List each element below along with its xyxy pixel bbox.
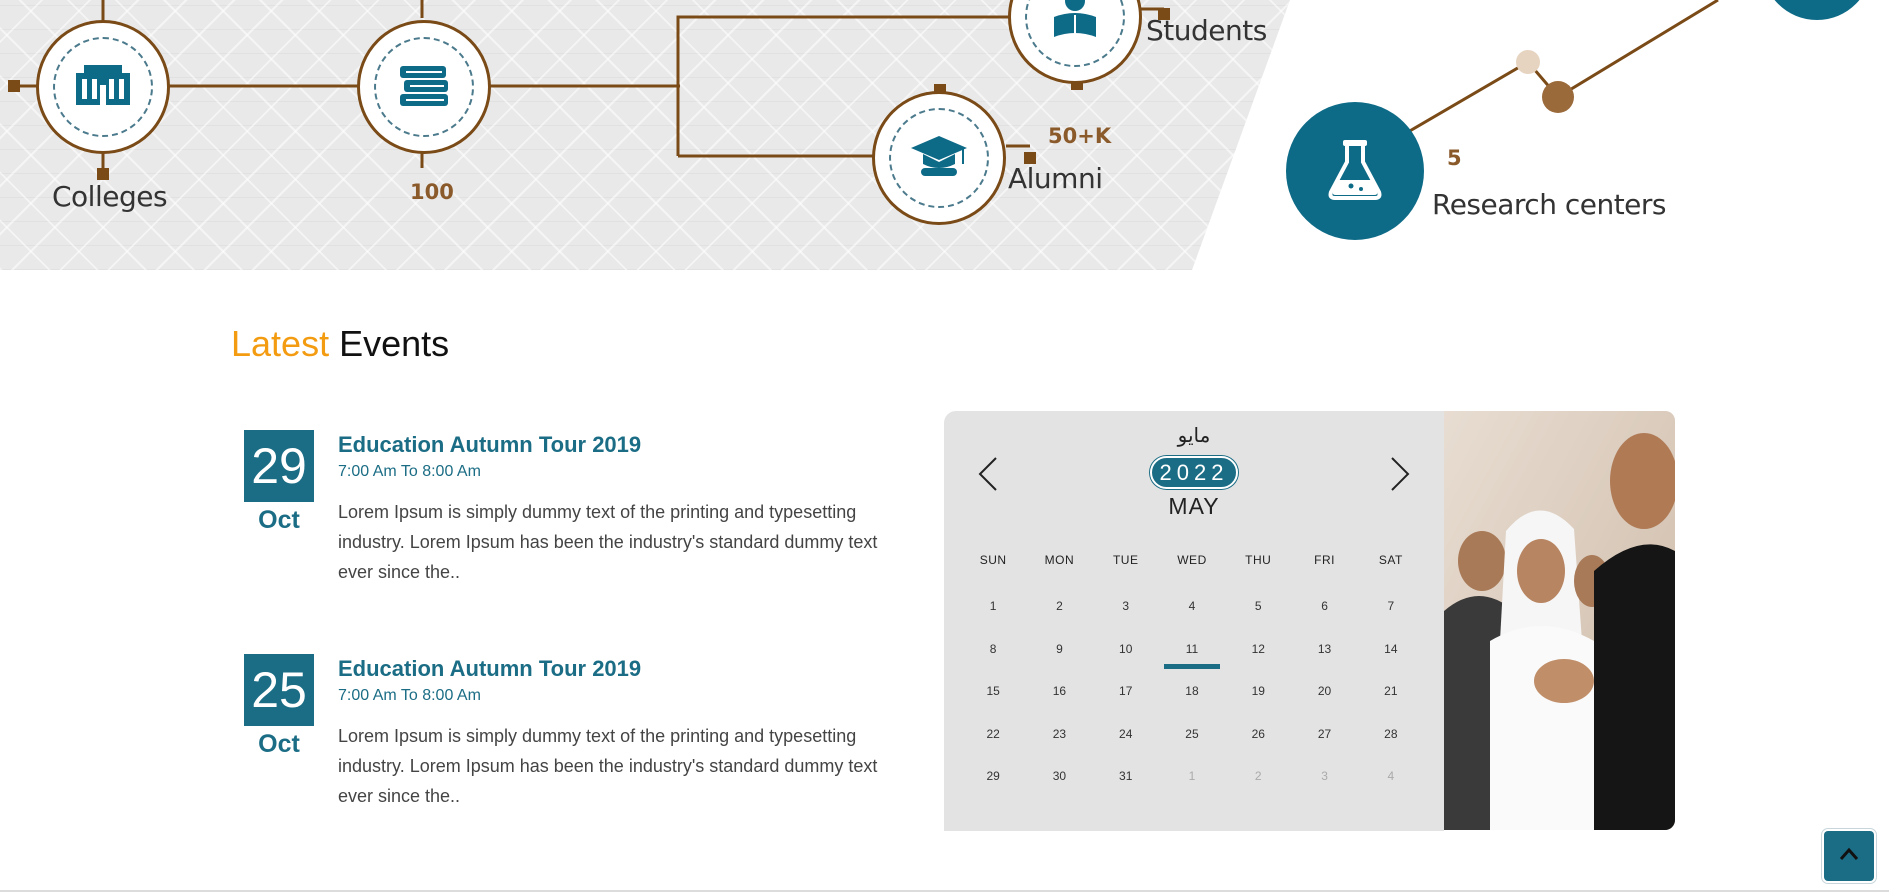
event-time: 7:00 Am To 8:00 Am <box>338 687 481 704</box>
calendar-day[interactable]: 27 <box>1291 727 1357 741</box>
calendar-week-row: 29 30 31 1 2 3 4 <box>960 755 1424 798</box>
calendar-day[interactable]: 1 <box>960 599 1026 613</box>
weekday-label: WED <box>1177 553 1207 567</box>
chevron-right-icon <box>1384 457 1414 498</box>
chevron-left-icon <box>974 457 1004 498</box>
weekday-label: FRI <box>1314 553 1335 567</box>
calendar-month-arabic: مايو <box>1177 423 1211 447</box>
event-date-month: Oct <box>258 730 300 758</box>
events-photo <box>1444 411 1675 830</box>
title-accent: Latest <box>231 323 330 364</box>
students-label: Students <box>1146 14 1267 47</box>
calendar-day[interactable]: 4 <box>1159 599 1225 613</box>
calendar-day[interactable]: 31 <box>1093 769 1159 783</box>
calendar-year[interactable]: 2022 <box>1150 456 1238 489</box>
event-title[interactable]: Education Autumn Tour 2019 <box>338 656 641 682</box>
calendar-day[interactable]: 19 <box>1225 684 1291 698</box>
colleges-stat-circle <box>36 20 170 154</box>
event-time: 7:00 Am To 8:00 Am <box>338 463 481 480</box>
calendar-day[interactable]: 25 <box>1159 727 1225 741</box>
event-date-month: Oct <box>258 506 300 534</box>
alumni-stat-circle <box>872 91 1006 225</box>
calendar-day[interactable]: 29 <box>960 769 1026 783</box>
calendar-month: MAY <box>1168 493 1220 519</box>
research-stat-circle <box>1286 102 1424 240</box>
calendar-day-other-month: 4 <box>1387 769 1395 784</box>
calendar-weekday-row: SUN MON TUE WED THU FRI SAT <box>960 549 1424 571</box>
research-label: Research centers <box>1432 188 1667 221</box>
calendar-day[interactable]: 23 <box>1026 727 1092 741</box>
calendar-day-today[interactable]: 11 <box>1159 642 1225 669</box>
calendar-day-other-month: 1 <box>1188 769 1196 784</box>
calendar-day[interactable]: 30 <box>1026 769 1092 783</box>
title-rest: Events <box>339 323 450 364</box>
connector-node <box>97 168 109 180</box>
calendar-next-button[interactable] <box>1384 454 1414 494</box>
calendar-day[interactable]: 3 <box>1093 599 1159 613</box>
calendar-day[interactable]: 17 <box>1093 684 1159 698</box>
calendar-day[interactable]: 16 <box>1026 684 1092 698</box>
calendar-week-row: 15 16 17 18 19 20 21 <box>960 670 1424 713</box>
calendar-week-row: 22 23 24 25 26 27 28 <box>960 713 1424 756</box>
event-date-day: 25 <box>244 654 314 726</box>
building-icon <box>74 63 132 112</box>
calendar-day-other-month: 2 <box>1254 769 1262 784</box>
chevron-up-icon <box>1838 846 1860 867</box>
calendar-day[interactable]: 21 <box>1358 684 1424 698</box>
calendar-day[interactable]: 15 <box>960 684 1026 698</box>
calendar-day[interactable]: 18 <box>1159 684 1225 698</box>
calendar-day[interactable]: 8 <box>960 642 1026 656</box>
calendar-day[interactable]: 28 <box>1358 727 1424 741</box>
flask-icon <box>1325 138 1385 205</box>
weekday-label: SAT <box>1378 553 1403 567</box>
books-icon <box>396 62 452 113</box>
event-title[interactable]: Education Autumn Tour 2019 <box>338 432 641 458</box>
calendar-day[interactable]: 22 <box>960 727 1026 741</box>
research-number: 5 <box>1447 146 1462 170</box>
connector-node <box>8 80 20 92</box>
calendar-week-row: 1 2 3 4 5 6 7 <box>960 585 1424 628</box>
event-description: Lorem Ipsum is simply dummy text of the … <box>338 502 878 582</box>
calendar-day[interactable]: 7 <box>1358 599 1424 613</box>
weekday-label: THU <box>1245 553 1272 567</box>
calendar-prev-button[interactable] <box>974 454 1004 494</box>
calendar-day-other-month: 3 <box>1321 769 1328 784</box>
event-item[interactable]: 25 Oct Education Autumn Tour 2019 7:00 A… <box>244 654 884 814</box>
calendar-day[interactable]: 24 <box>1093 727 1159 741</box>
alumni-number: 50+K <box>1048 124 1112 148</box>
calendar-day[interactable]: 9 <box>1026 642 1092 656</box>
calendar-day[interactable]: 2 <box>1026 599 1092 613</box>
colleges-label: Colleges <box>52 180 168 213</box>
event-description: Lorem Ipsum is simply dummy text of the … <box>338 726 878 806</box>
books-number: 100 <box>410 180 454 204</box>
stats-band: Colleges 100 Students 50+K Alumni 5 Rese… <box>0 0 1889 270</box>
calendar-day[interactable]: 5 <box>1225 599 1291 613</box>
event-calendar: مايو 2022 MAY SUN MON TUE WED THU FRI SA… <box>944 411 1444 831</box>
books-stat-circle <box>357 20 491 154</box>
calendar-day[interactable]: 14 <box>1358 642 1424 656</box>
calendar-day[interactable]: 10 <box>1093 642 1159 656</box>
weekday-label: TUE <box>1112 553 1139 567</box>
calendar-day[interactable]: 6 <box>1291 599 1357 613</box>
graduation-cap-icon <box>909 132 969 185</box>
calendar-day[interactable]: 26 <box>1225 727 1291 741</box>
event-item[interactable]: 29 Oct Education Autumn Tour 2019 7:00 A… <box>244 430 884 590</box>
calendar-week-row: 8 9 10 11 12 13 14 <box>960 628 1424 671</box>
event-date-day: 29 <box>244 430 314 502</box>
calendar-day[interactable]: 13 <box>1291 642 1357 656</box>
calendar-grid: SUN MON TUE WED THU FRI SAT 1 2 3 4 5 6 … <box>960 549 1424 798</box>
student-reading-icon <box>1050 0 1100 46</box>
back-to-top-button[interactable] <box>1824 831 1874 881</box>
weekday-label: MON <box>1044 553 1075 567</box>
section-title: Latest Events <box>231 323 449 365</box>
weekday-label: SUN <box>979 553 1007 567</box>
calendar-day[interactable]: 20 <box>1291 684 1357 698</box>
calendar-day[interactable]: 12 <box>1225 642 1291 656</box>
alumni-label: Alumni <box>1008 162 1103 195</box>
